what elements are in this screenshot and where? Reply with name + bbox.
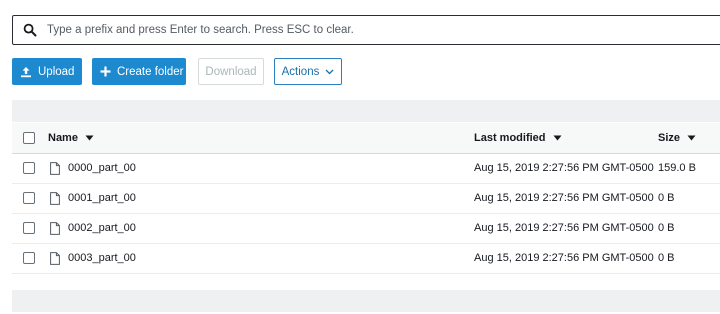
upload-icon	[20, 66, 32, 78]
row-size: 0 B	[658, 222, 675, 234]
sort-down-icon	[687, 135, 696, 141]
row-name-cell: 0001_part_00	[46, 183, 474, 213]
row-last-modified: Aug 15, 2019 2:27:56 PM GMT-0500	[474, 162, 654, 174]
header-last-modified-label: Last modified	[474, 131, 546, 144]
header-size-label: Size	[658, 131, 681, 144]
download-button-label: Download	[205, 65, 257, 78]
row-checkbox[interactable]	[23, 252, 35, 265]
row-checkbox[interactable]	[23, 222, 35, 235]
header-last-modified[interactable]: Last modified	[474, 123, 658, 153]
header-name-label: Name	[48, 131, 78, 144]
header-checkbox-cell	[12, 123, 46, 153]
search-input[interactable]	[47, 24, 720, 36]
file-name-link[interactable]: 0003_part_00	[68, 252, 136, 264]
row-last-modified: Aug 15, 2019 2:27:56 PM GMT-0500	[474, 222, 654, 234]
row-last-modified: Aug 15, 2019 2:27:56 PM GMT-0500	[474, 192, 654, 204]
row-name-cell: 0000_part_00	[46, 153, 474, 183]
row-name-cell: 0003_part_00	[46, 243, 474, 273]
sort-down-icon	[85, 135, 94, 141]
table-row[interactable]: 0003_part_00 Aug 15, 2019 2:27:56 PM GMT…	[12, 243, 720, 273]
row-checkbox[interactable]	[23, 192, 35, 205]
actions-dropdown[interactable]: Actions	[274, 58, 342, 85]
table-row[interactable]: 0002_part_00 Aug 15, 2019 2:27:56 PM GMT…	[12, 213, 720, 243]
row-checkbox-cell	[12, 183, 46, 213]
plus-icon	[100, 66, 111, 77]
row-checkbox-cell	[12, 213, 46, 243]
file-name-link[interactable]: 0002_part_00	[68, 222, 136, 234]
file-name-link[interactable]: 0001_part_00	[68, 192, 136, 204]
sort-down-icon	[553, 135, 562, 141]
create-folder-button-label: Create folder	[117, 65, 184, 78]
file-name-link[interactable]: 0000_part_00	[68, 162, 136, 174]
table-bottom-band	[12, 290, 720, 312]
file-icon	[50, 161, 60, 175]
header-size[interactable]: Size	[658, 123, 720, 153]
row-last-modified: Aug 15, 2019 2:27:56 PM GMT-0500	[474, 252, 654, 264]
create-folder-button[interactable]: Create folder	[92, 58, 186, 85]
row-size: 159.0 B	[658, 162, 696, 174]
file-icon	[50, 191, 60, 205]
row-size: 0 B	[658, 252, 675, 264]
file-icon	[50, 221, 60, 235]
select-all-checkbox[interactable]	[23, 131, 35, 144]
upload-button[interactable]: Upload	[12, 58, 82, 85]
table-header-row: Name Last modified Size	[12, 123, 720, 153]
search-bar[interactable]	[12, 15, 720, 45]
table-row[interactable]: 0000_part_00 Aug 15, 2019 2:27:56 PM GMT…	[12, 153, 720, 183]
table-top-band	[12, 100, 720, 122]
row-checkbox-cell	[12, 243, 46, 273]
actions-dropdown-label: Actions	[281, 65, 320, 78]
file-table: Name Last modified Size 0000_part_00 Aug	[12, 123, 720, 274]
upload-button-label: Upload	[38, 65, 75, 78]
row-size: 0 B	[658, 192, 675, 204]
row-checkbox[interactable]	[23, 162, 35, 175]
file-icon	[50, 251, 60, 265]
search-icon	[23, 23, 37, 37]
table-row[interactable]: 0001_part_00 Aug 15, 2019 2:27:56 PM GMT…	[12, 183, 720, 213]
download-button[interactable]: Download	[198, 58, 264, 85]
row-name-cell: 0002_part_00	[46, 213, 474, 243]
chevron-down-icon	[325, 69, 334, 75]
header-name[interactable]: Name	[46, 123, 474, 153]
row-checkbox-cell	[12, 153, 46, 183]
